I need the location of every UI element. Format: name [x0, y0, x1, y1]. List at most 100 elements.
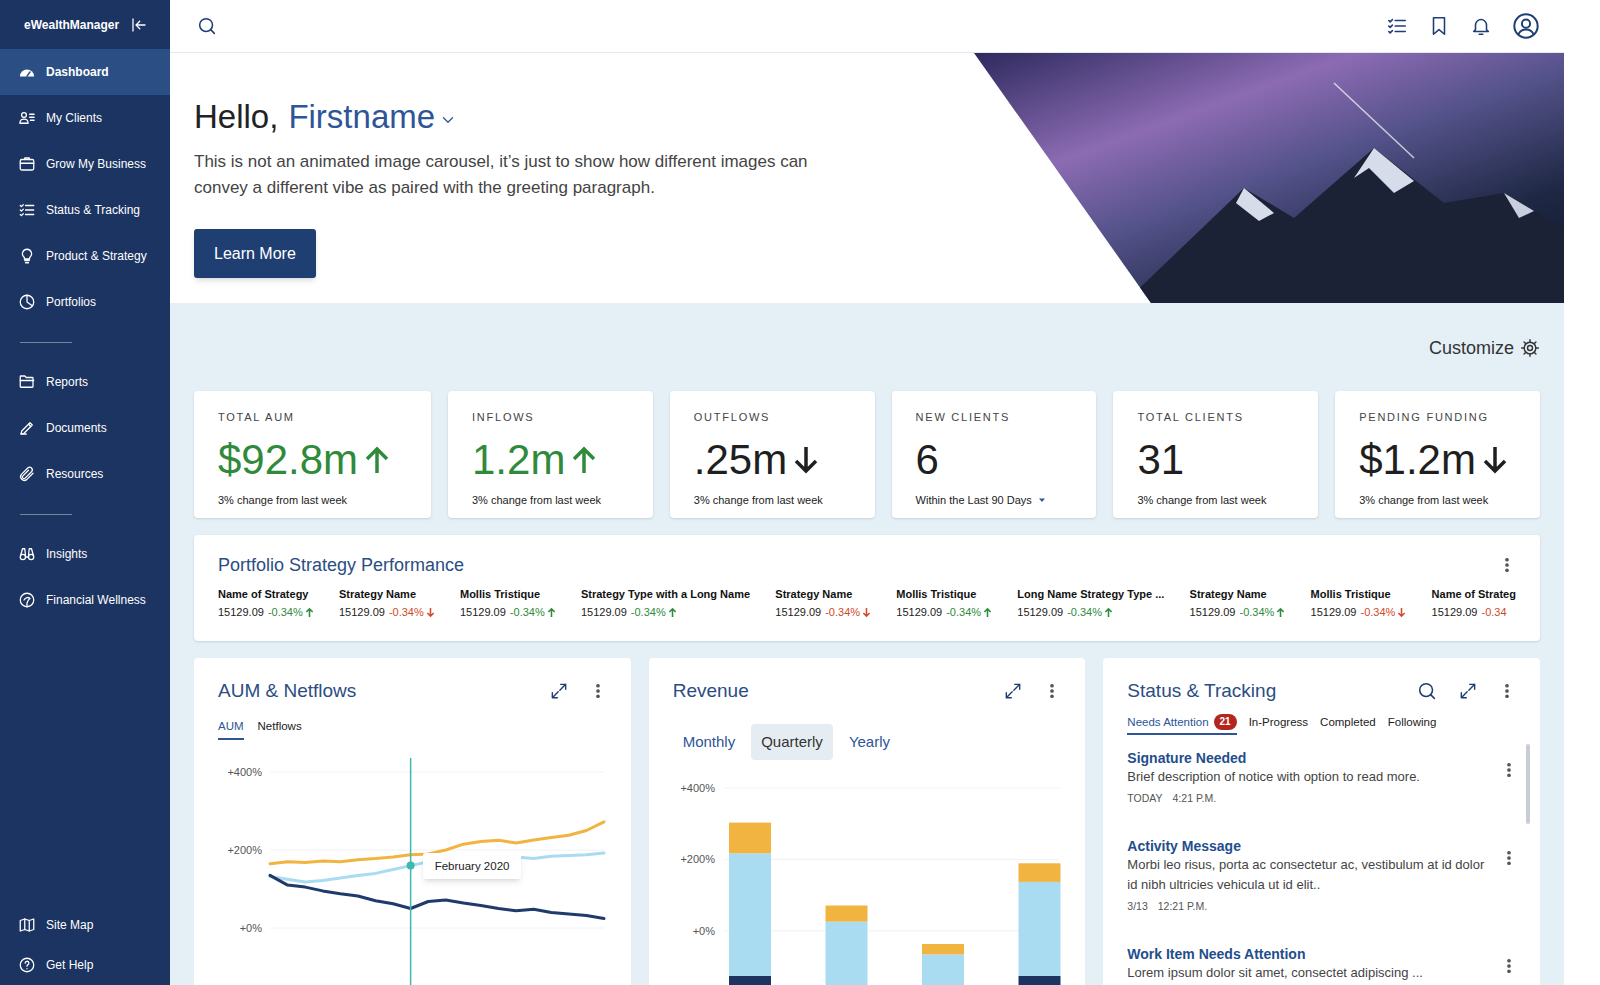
strategy-item[interactable]: Name of Strategy15129.09-0.34%: [218, 587, 314, 619]
more-icon[interactable]: [589, 682, 607, 700]
status-item[interactable]: Work Item Needs AttentionLorem ipsum dol…: [1127, 945, 1518, 983]
more-icon[interactable]: [1500, 761, 1518, 779]
revenue-chart-plot: +400%+200%+0%: [673, 774, 1061, 985]
status-tab[interactable]: Needs Attention21: [1127, 714, 1236, 735]
kpi-value-row: 1.2m: [472, 436, 643, 484]
strategy-item[interactable]: Strategy Type with a Long Name15129.09-0…: [581, 587, 750, 619]
sidebar-item[interactable]: Resources: [0, 451, 170, 497]
strategy-item[interactable]: Mollis Tristique15129.09-0.34%: [1311, 587, 1407, 619]
strategy-item[interactable]: Strategy Name15129.09-0.34%: [1190, 587, 1286, 619]
status-tab[interactable]: Following: [1388, 714, 1437, 735]
kpi-note-text: Within the Last 90 Days: [916, 492, 1032, 509]
widget-row: AUM & NetflowsAUMNetflows+400%+200%+0%Fe…: [194, 658, 1540, 985]
strategy-name: Mollis Tristique: [460, 587, 556, 601]
expand-icon[interactable]: [1003, 681, 1023, 701]
sidebar-item[interactable]: My Clients: [0, 95, 170, 141]
strategy-change: -0.34%: [510, 605, 556, 619]
more-icon[interactable]: [1500, 849, 1518, 867]
arrow-up-icon: [1276, 607, 1285, 618]
sidebar-item[interactable]: Get Help: [0, 945, 170, 985]
kpi-note-text: 3% change from last week: [472, 492, 601, 509]
hover-line: [410, 758, 412, 985]
more-icon[interactable]: [1498, 682, 1516, 700]
caret-down-icon[interactable]: [1036, 494, 1048, 506]
strategy-item[interactable]: Name of Strateg15129.09-0.34: [1432, 587, 1516, 619]
expand-icon[interactable]: [1458, 681, 1478, 701]
kpi-label: TOTAL AUM: [218, 409, 421, 426]
sidebar-label: Documents: [46, 419, 107, 437]
status-tab[interactable]: Completed: [1320, 714, 1376, 735]
sidebar-item[interactable]: Insights: [0, 531, 170, 577]
sidebar-item[interactable]: Dashboard: [0, 49, 170, 95]
aum-chart: +400%+200%+0%February 2020: [218, 758, 607, 985]
map-icon: [18, 916, 36, 934]
axis-tick: +200%: [227, 844, 262, 856]
period-tab[interactable]: Monthly: [673, 724, 746, 760]
bookmark-icon[interactable]: [1428, 15, 1450, 37]
status-item[interactable]: Activity MessageMorbi leo risus, porta a…: [1127, 837, 1518, 913]
more-icon[interactable]: [1043, 682, 1061, 700]
sidebar-header: eWealthManager: [0, 0, 170, 49]
sidebar-item[interactable]: Status & Tracking: [0, 187, 170, 233]
bar-segment: [1018, 863, 1060, 882]
sidebar-item[interactable]: Site Map: [0, 905, 170, 945]
more-icon[interactable]: [1500, 957, 1518, 975]
collapse-icon[interactable]: [130, 16, 148, 34]
aum-chart-plot: +400%+200%+0%: [218, 758, 606, 985]
strategy-item[interactable]: Strategy Name15129.09-0.34%: [339, 587, 435, 619]
status-item-text: Morbi leo risus, porta ac consectetur ac…: [1127, 855, 1492, 895]
search-icon[interactable]: [196, 15, 218, 37]
more-icon[interactable]: [1498, 556, 1516, 574]
expand-icon[interactable]: [549, 681, 569, 701]
grid-line: [270, 850, 604, 851]
main-content: Hello,FirstnameThis is not an animated i…: [170, 0, 1564, 985]
sidebar-label: Status & Tracking: [46, 201, 140, 219]
strategy-item[interactable]: Mollis Tristique 15129.09 -0.34%: [460, 587, 556, 619]
axis-tick: +200%: [680, 853, 715, 865]
tasks-icon[interactable]: [1386, 15, 1408, 37]
strategy-value: 15129.09: [581, 605, 627, 619]
period-tab[interactable]: Quarterly: [751, 724, 833, 760]
sidebar-item[interactable]: Financial Wellness: [0, 577, 170, 623]
search-icon[interactable]: [1416, 680, 1438, 702]
briefcase-icon: [18, 155, 36, 173]
learn-more-button[interactable]: Learn More: [194, 229, 316, 278]
strategy-change: -0.34%: [389, 605, 435, 619]
strategy-value: 15129.09: [460, 605, 506, 619]
pen-icon: [18, 419, 36, 437]
arrow-up-icon: [547, 607, 556, 618]
sidebar-item[interactable]: Portfolios: [0, 279, 170, 325]
sidebar-item[interactable]: Documents: [0, 405, 170, 451]
kpi-value-row: 6: [916, 436, 1087, 484]
strategy-item[interactable]: Strategy Name15129.09-0.34%: [775, 587, 871, 619]
status-tab[interactable]: In-Progress: [1249, 714, 1308, 735]
kpi-value: .25m: [694, 436, 787, 484]
chart-tab[interactable]: AUM: [218, 718, 244, 740]
kpi-card: OUTFLOWS.25m3% change from last week: [670, 391, 875, 518]
period-tab[interactable]: Yearly: [839, 724, 900, 760]
strategy-value: 15129.09: [775, 605, 821, 619]
strategy-item[interactable]: Mollis Tristique15129.09-0.34%: [896, 587, 992, 619]
status-item[interactable]: Signature NeededBrief description of not…: [1127, 749, 1518, 805]
strategy-change: -0.34%: [1240, 605, 1286, 619]
bar-segment: [825, 922, 867, 985]
strategy-name: Mollis Tristique: [1311, 587, 1407, 601]
user-icon[interactable]: [1512, 12, 1540, 40]
customize-button[interactable]: Customize: [194, 303, 1540, 361]
user-name-dropdown[interactable]: Firstname: [288, 97, 457, 137]
strategy-name: Strategy Type with a Long Name: [581, 587, 750, 601]
kpi-value: 1.2m: [472, 436, 565, 484]
paperclip-icon: [18, 465, 36, 483]
sidebar-label: Dashboard: [46, 63, 109, 81]
sidebar-item[interactable]: Product & Strategy: [0, 233, 170, 279]
kpi-note-text: 3% change from last week: [218, 492, 347, 509]
kpi-note: 3% change from last week: [218, 492, 421, 509]
bell-icon[interactable]: [1470, 15, 1492, 37]
chart-tab[interactable]: Netflows: [258, 718, 302, 740]
strategy-name: Strategy Name: [1190, 587, 1286, 601]
folder-icon: [18, 373, 36, 391]
sidebar-item[interactable]: Grow My Business: [0, 141, 170, 187]
sidebar-item[interactable]: Reports: [0, 359, 170, 405]
strategy-item[interactable]: Long Name Strategy Type ...15129.09-0.34…: [1017, 587, 1164, 619]
kpi-note: 3% change from last week: [1359, 492, 1530, 509]
